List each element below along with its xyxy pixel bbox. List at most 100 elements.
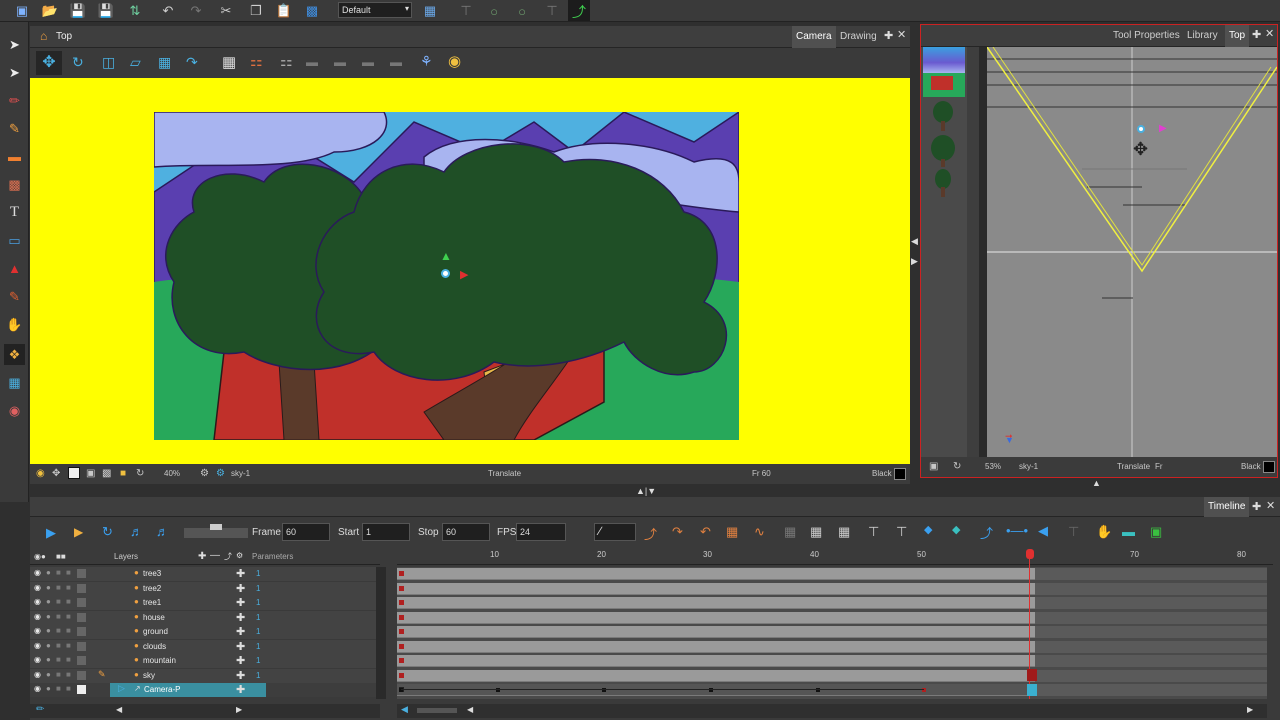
track-empty-region[interactable] [1035, 640, 1267, 653]
layer-lock-icon[interactable]: ■ [66, 626, 71, 635]
layer-name[interactable]: Camera-P [144, 685, 180, 694]
lock-icon[interactable]: ■ [56, 568, 61, 577]
rectangle-icon[interactable]: ▭ [4, 230, 25, 251]
undo-icon[interactable]: ↶ [158, 1, 178, 21]
layer-track[interactable] [397, 582, 1035, 595]
transform-icon[interactable]: ❖ [4, 344, 25, 365]
tween-icon[interactable]: ▬ [1122, 524, 1135, 539]
symmetry-icon[interactable]: ⚘ [420, 53, 433, 70]
solo-icon[interactable]: ● [46, 597, 51, 606]
keyframe-marker[interactable] [399, 600, 404, 605]
keyframe-marker[interactable] [399, 614, 404, 620]
paint-bucket-icon[interactable]: ▲ [4, 258, 25, 279]
keyframe-marker[interactable] [399, 672, 404, 678]
zoom-level[interactable]: 53% [985, 462, 1001, 471]
pencil-lines-icon[interactable]: ⚏ [250, 53, 263, 70]
light-table-icon[interactable]: ⚏ [280, 53, 293, 70]
keyframe-marker[interactable] [399, 585, 404, 591]
layer-name[interactable]: clouds [143, 642, 166, 651]
save-as-icon[interactable]: 💾 [96, 1, 116, 21]
ground-thumbnail[interactable] [923, 73, 965, 97]
scroll-left-icon[interactable]: ◀ [467, 705, 473, 714]
solo-icon[interactable]: ● [46, 583, 51, 592]
lock-icon[interactable]: ■ [56, 655, 61, 664]
spline-offset-icon[interactable]: ↷ [186, 54, 198, 71]
layer-track[interactable] [397, 568, 1035, 580]
lock-icon[interactable]: ■ [56, 641, 61, 650]
frame-icon[interactable] [68, 467, 80, 479]
lock-icon[interactable]: ■ [56, 684, 61, 693]
collapse-icon[interactable]: ⤴ [224, 551, 232, 562]
solo-icon[interactable]: ● [46, 670, 51, 679]
current-color-swatch[interactable] [1263, 461, 1275, 473]
ease-icon-6[interactable]: ▦ [784, 524, 796, 540]
pencil-icon[interactable]: ✎ [4, 118, 25, 139]
rotate-tool-icon[interactable]: ↻ [72, 54, 84, 71]
layer-name[interactable]: ground [143, 627, 168, 636]
layer-row[interactable]: ◉ ● ■ ■ ✎ ● sky ✚ 1 [30, 668, 376, 683]
sound-icon[interactable]: ♬ [130, 524, 143, 539]
onion-skin-1-icon[interactable]: ▬ [306, 55, 318, 69]
stop-motion-icon[interactable]: •—• [1006, 523, 1028, 538]
tab-camera[interactable]: Camera [792, 26, 836, 48]
visibility-eye-icon[interactable]: ◉ [34, 655, 41, 664]
tree-thumbnail-1[interactable] [933, 101, 953, 123]
layer-color-swatch[interactable] [77, 670, 86, 680]
disabled-icon-2[interactable]: ✋ [1096, 524, 1112, 540]
copy-icon[interactable]: ❐ [246, 1, 266, 21]
cut-icon[interactable]: ✂ [216, 1, 236, 21]
layer-track[interactable] [397, 640, 1035, 653]
ease-icon-3[interactable]: ↶ [700, 524, 711, 540]
keyframe-marker[interactable] [399, 643, 404, 649]
deformer-icon[interactable]: ⊤ [456, 1, 476, 21]
zoom-level[interactable]: 40% [164, 469, 180, 478]
add-parameter-icon[interactable]: ✚ [236, 582, 245, 595]
text-icon[interactable]: T [4, 202, 25, 223]
scroll-left-icon[interactable]: ◀ [116, 705, 122, 714]
top-view-canvas[interactable]: ▶ ✥ ➞ ▼ [987, 47, 1277, 457]
contour-editor-icon[interactable]: ➤ [4, 62, 25, 83]
visibility-eye-icon[interactable]: ◉ [34, 597, 41, 606]
track-empty-region[interactable] [1035, 626, 1267, 638]
expand-arrow-icon[interactable]: ▷ [118, 683, 125, 694]
pivot-point-icon[interactable] [441, 269, 450, 278]
fps-field[interactable]: 24 [516, 523, 566, 541]
light-bulb-icon[interactable]: ◉ [36, 468, 45, 479]
zoom-icon[interactable]: ◉ [4, 400, 25, 421]
keyframe-motion-icon[interactable]: ◆ [952, 523, 960, 536]
track-empty-region[interactable] [1035, 597, 1267, 609]
visibility-eye-icon[interactable]: ◉ [34, 670, 41, 679]
keyframe-marker[interactable] [399, 571, 404, 576]
add-parameter-icon[interactable]: ✚ [236, 625, 245, 638]
layer-color-swatch[interactable] [77, 612, 86, 622]
save-icon[interactable]: 💾 [68, 1, 88, 21]
expand-icon[interactable]: ▲ [1092, 478, 1101, 488]
scroll-right-icon[interactable]: ▶ [236, 705, 242, 714]
import-icon[interactable]: ⇅ [125, 1, 145, 21]
solo-icon[interactable]: ● [46, 568, 51, 577]
lock-icon[interactable]: ■ [56, 670, 61, 679]
layer-name[interactable]: tree2 [143, 584, 161, 593]
keyframe-marker[interactable] [399, 629, 404, 634]
add-parameter-icon[interactable]: ✚ [236, 654, 245, 667]
frame-icon[interactable]: ▣ [929, 461, 938, 472]
sound-scrub-icon[interactable]: ♬ [156, 524, 169, 539]
layer-row[interactable]: ◉ ● ■ ■ ● tree2 ✚ 1 [30, 581, 376, 596]
visibility-toggle-icon[interactable]: ◉● [34, 552, 46, 561]
tab-drawing[interactable]: Drawing [836, 26, 881, 48]
layer-color-swatch[interactable] [77, 569, 86, 578]
layer-name[interactable]: mountain [143, 656, 176, 665]
light-icon[interactable]: ◉ [448, 52, 461, 70]
current-color-swatch[interactable] [894, 468, 906, 480]
playhead[interactable] [1026, 549, 1037, 699]
y-axis-handle-icon[interactable]: ▲ [440, 249, 452, 263]
layer-color-swatch[interactable] [77, 598, 86, 607]
paste-icon[interactable]: 📋 [274, 1, 294, 21]
mask-icon[interactable]: ▩ [102, 468, 111, 479]
lock-icon[interactable]: ■ [56, 612, 61, 621]
keyframe-marker[interactable] [399, 658, 404, 663]
constant-segment-icon[interactable]: ◀ [1038, 523, 1048, 539]
reset-view-icon[interactable]: ✥ [52, 468, 60, 479]
maintain-size-icon[interactable]: ▦ [158, 54, 171, 71]
layer-track[interactable] [397, 597, 1035, 609]
